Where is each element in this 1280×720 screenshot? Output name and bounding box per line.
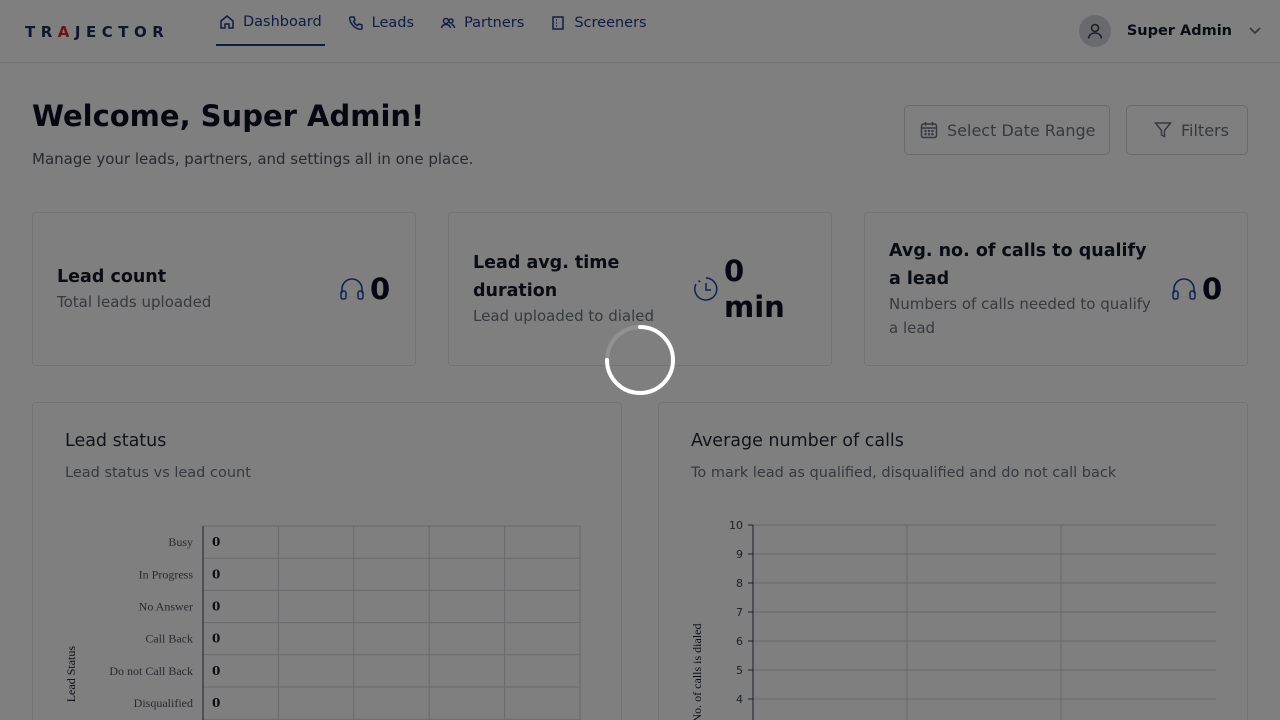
loading-spinner	[605, 325, 675, 395]
